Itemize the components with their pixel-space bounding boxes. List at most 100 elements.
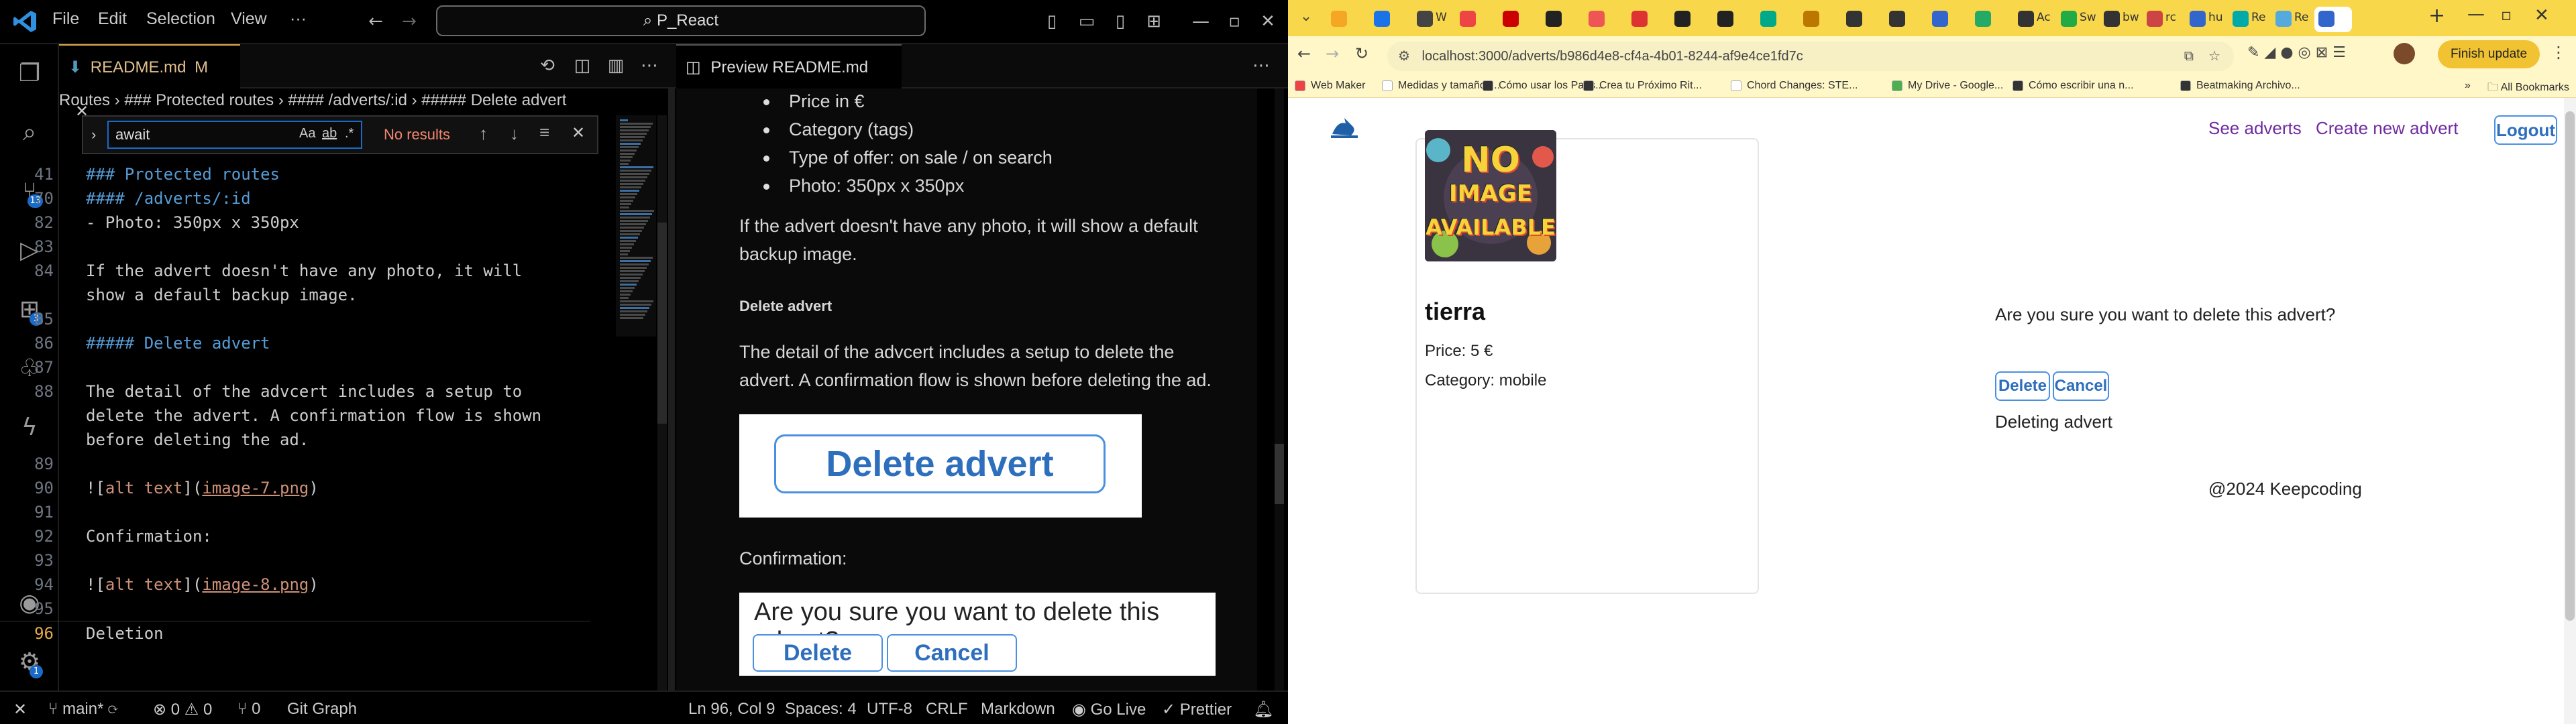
more-actions-icon[interactable]: ⋯ [636,52,663,79]
line-ending[interactable]: CRLF [926,700,968,719]
install-app-icon[interactable]: ⧉ [2184,42,2194,71]
chrome-tab[interactable]: Sw [2057,7,2096,32]
new-tab-icon[interactable]: + [2428,4,2445,27]
code-line[interactable]: 85 [0,307,590,331]
chrome-tab[interactable]: bw [2100,7,2139,32]
bookmark[interactable]: Beatmaking Archivo... [2180,80,2300,92]
menu-file[interactable]: File [52,9,79,29]
open-changes-icon[interactable]: ⟲ [534,52,561,79]
customize-layout-icon[interactable]: ⊞ [1140,8,1167,35]
code-editor[interactable]: 41 ### Protected routes 70 #### /adverts/:i… [0,111,676,641]
chrome-tab[interactable] [1842,7,1881,32]
code-line[interactable]: 41 ### Protected routes [0,162,590,186]
next-match-icon[interactable]: ↓ [510,123,519,144]
code-line[interactable]: 70 #### /adverts/:id [0,186,590,210]
profile-avatar[interactable] [2394,43,2415,64]
chrome-tab[interactable]: Ac [2014,7,2053,32]
editor-splitter[interactable] [668,88,675,690]
forward-arrow-icon[interactable]: → [396,8,423,35]
more-bookmarks-icon[interactable]: » [2465,80,2471,92]
logout-button[interactable]: Logout [2494,115,2557,145]
maximize-icon[interactable]: ▫ [1221,8,1248,35]
whole-word-toggle[interactable]: ab [322,126,337,141]
chrome-tab[interactable] [1585,7,1623,32]
code-line[interactable]: before deleting the ad. [0,428,590,452]
prettier-button[interactable]: ✓ Prettier [1162,700,1232,719]
chrome-tab[interactable]: Re [2271,7,2310,32]
chrome-tab[interactable] [1885,7,1924,32]
chrome-tab[interactable]: W [1413,7,1452,32]
minimize-browser-icon[interactable]: — [2467,4,2485,24]
confirm-cancel-button[interactable]: Cancel [2053,371,2109,401]
ports-indicator[interactable]: ⑂ 0 [237,700,260,719]
code-line[interactable]: 88 The detail of the advcert includes a s… [0,379,590,404]
chrome-tab[interactable] [1542,7,1580,32]
chrome-tab[interactable] [1928,7,1967,32]
command-center[interactable]: ⌕ P_React [436,5,926,36]
preview-scroll-thumb[interactable] [1275,444,1284,504]
open-preview-icon[interactable]: ◫ [569,52,596,79]
code-line[interactable]: 84 If the advert doesn't have any photo, … [0,259,590,283]
bookmark[interactable]: Chord Changes: STE... [1731,80,1858,92]
toggle-replace-icon[interactable]: › [91,126,96,143]
site-info-icon[interactable]: ⚙ [1398,49,1410,64]
code-line[interactable]: 86 ##### Delete advert [0,331,590,355]
explorer-icon[interactable]: ❐ [13,58,46,90]
menu-view[interactable]: View [231,9,267,29]
toolbar-extension-icons[interactable]: ✎ ◢ ● ◎ ⊠ ☰ [2247,44,2346,61]
split-editor-icon[interactable]: ▥ [602,52,629,79]
code-line[interactable]: show a default backup image. [0,283,590,307]
forward-icon[interactable]: → [1326,44,1339,63]
code-line[interactable]: 91 [0,500,590,524]
close-browser-icon[interactable]: ✕ [2534,5,2549,25]
bookmark[interactable]: Web Maker [1295,80,1366,92]
chrome-tab[interactable] [1971,7,2010,32]
previous-match-icon[interactable]: ↑ [479,123,488,144]
settings-gear-icon[interactable]: ⚙ 1 [13,646,46,678]
breadcrumb[interactable]: Routes › ### Protected routes › #### /ad… [59,87,676,114]
maximize-browser-icon[interactable]: ▫ [2501,5,2512,24]
back-arrow-icon[interactable]: ← [362,8,389,35]
editor-scroll-thumb[interactable] [657,223,667,424]
problems-indicator[interactable]: ⊗ 0 ⚠ 0 [153,700,212,719]
toggle-sidebar-icon[interactable]: ▯ [1038,8,1065,35]
menu-more[interactable]: ··· [290,9,307,29]
close-find-icon[interactable]: ✕ [572,123,585,143]
chrome-tab[interactable] [1627,7,1666,32]
chrome-tab[interactable] [1370,7,1409,32]
indentation[interactable]: Spaces: 4 [785,700,857,719]
menu-edit[interactable]: Edit [98,9,127,29]
bookmark[interactable]: My Drive - Google... [1892,80,2003,92]
git-graph-button[interactable]: Git Graph [287,700,357,719]
confirm-delete-button[interactable]: Delete [1995,371,2050,401]
code-line[interactable]: 89 [0,452,590,476]
minimize-icon[interactable]: — [1187,8,1214,35]
match-case-toggle[interactable]: Aa [299,126,315,141]
go-live-button[interactable]: ◉ Go Live [1072,700,1146,719]
cursor-position[interactable]: Ln 96, Col 9 [688,700,775,719]
code-line[interactable]: 82 - Photo: 350px x 350px [0,210,590,235]
finish-update-button[interactable]: Finish update [2438,40,2540,68]
editor-scrollbar[interactable] [657,115,667,690]
chrome-tab[interactable] [1327,7,1366,32]
chrome-menu-icon[interactable]: ⋮ [2551,43,2567,62]
code-line[interactable]: 83 [0,235,590,259]
chrome-tab[interactable] [1670,7,1709,32]
current-code-line[interactable]: 96 Deletion [0,621,590,641]
code-line[interactable]: delete the advert. A confirmation flow i… [0,404,590,428]
page-scrollbar[interactable] [2564,98,2576,724]
preview-scrollbar[interactable] [1275,88,1284,690]
tab-preview[interactable]: ◫ Preview README.md ✕ [676,44,902,121]
preview-more-icon[interactable]: ⋯ [1248,52,1275,79]
nav-create-advert[interactable]: Create new advert [2316,118,2458,139]
close-window-icon[interactable]: ✕ [1254,8,1281,35]
toggle-secondary-sidebar-icon[interactable]: ▯ [1107,8,1134,35]
reload-icon[interactable]: ↻ [1355,44,1368,63]
nav-see-adverts[interactable]: See adverts [2208,118,2302,139]
language-mode[interactable]: Markdown [981,700,1055,719]
chrome-tab[interactable] [1713,7,1752,32]
notifications-icon[interactable]: 🔔︎ [1253,700,1273,719]
bookmark[interactable]: Crea tu Próximo Rit... [1583,80,1702,92]
minimap[interactable] [616,115,656,337]
find-in-selection-icon[interactable]: ≡ [539,122,549,143]
